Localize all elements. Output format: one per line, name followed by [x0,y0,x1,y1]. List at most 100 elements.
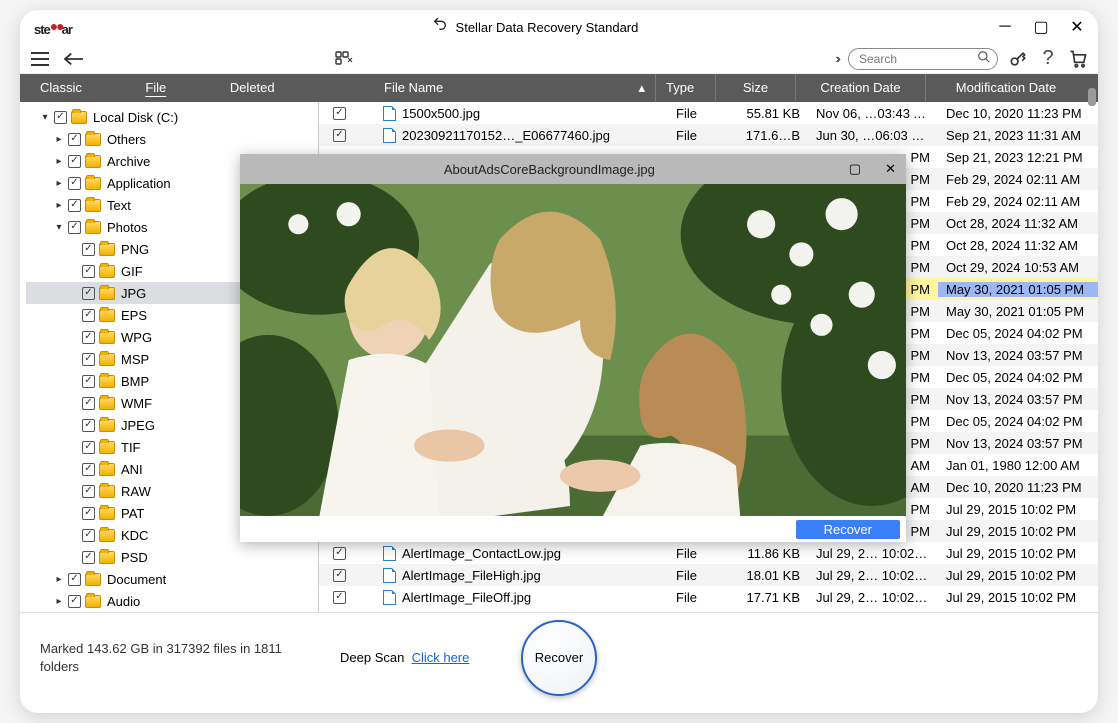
cell-mdate: Jul 29, 2015 10:02 PM [938,546,1098,561]
deepscan-link[interactable]: Click here [412,650,470,665]
checkbox[interactable]: ✓ [82,507,95,520]
caret-icon[interactable]: ▸ [54,156,64,167]
expand-icon[interactable]: ›› [835,51,838,66]
row-checkbox[interactable]: ✓ [333,129,346,142]
checkbox[interactable]: ✓ [82,375,95,388]
checkbox[interactable]: ✓ [82,419,95,432]
table-row[interactable]: ✓ AlertImage_FileOff.jpg File 17.71 KB J… [319,586,1098,608]
checkbox[interactable]: ✓ [82,441,95,454]
checkbox[interactable]: ✓ [68,155,81,168]
checkbox[interactable]: ✓ [82,243,95,256]
help-icon[interactable]: ? [1038,49,1058,69]
sort-asc-icon: ▴ [638,74,645,102]
folder-icon [99,375,115,388]
cell-size: 171.6…B [728,128,808,143]
caret-icon[interactable]: ▸ [54,200,64,211]
menu-icon[interactable] [30,49,50,69]
cell-mdate: Nov 13, 2024 03:57 PM [938,436,1098,451]
cell-mdate: Jul 29, 2015 10:02 PM [938,568,1098,583]
maximize-button[interactable]: ▢ [1034,20,1048,34]
checkbox[interactable]: ✓ [68,199,81,212]
checkbox[interactable]: ✓ [82,353,95,366]
checkbox[interactable]: ✓ [82,485,95,498]
caret-icon[interactable]: ▸ [54,178,64,189]
table-row[interactable]: ✓ 20230921170152…_E06677460.jpg File 171… [319,124,1098,146]
checkbox[interactable]: ✓ [82,397,95,410]
checkbox[interactable]: ✓ [82,463,95,476]
checkbox[interactable]: ✓ [68,177,81,190]
caret-icon[interactable]: ▸ [54,574,64,585]
status-text: Marked 143.62 GB in 317392 files in 1811… [40,640,320,675]
tree-label: ANI [121,462,143,477]
col-filename[interactable]: File Name▴ [374,74,656,102]
table-row[interactable]: ✓ 1500x500.jpg File 55.81 KB Nov 06, …03… [319,102,1098,124]
cell-mdate: Nov 13, 2024 03:57 PM [938,348,1098,363]
preview-recover-button[interactable]: Recover [796,520,900,539]
checkbox[interactable]: ✓ [68,573,81,586]
filename: AlertImage_FileOff.jpg [402,590,531,605]
search-box[interactable] [848,48,998,70]
row-checkbox[interactable]: ✓ [333,591,346,604]
checkbox[interactable]: ✓ [82,309,95,322]
checkbox[interactable]: ✓ [82,331,95,344]
preview-window: AboutAdsCoreBackgroundImage.jpg ▢ ✕ [240,154,906,542]
minimize-button[interactable]: ─ [998,20,1012,34]
caret-icon[interactable]: ▸ [54,596,64,607]
col-size[interactable]: Size [716,74,796,102]
column-headers: File Name▴ Type Size Creation Date Modif… [318,74,1098,102]
row-checkbox[interactable]: ✓ [333,107,346,120]
filename: AlertImage_FileHigh.jpg [402,568,541,583]
tree-node[interactable]: ▸ ✓ Audio [26,590,318,612]
cell-type: File [668,128,728,143]
caret-icon[interactable]: ▾ [40,112,50,123]
col-type[interactable]: Type [656,74,716,102]
caret-icon[interactable]: ▸ [54,134,64,145]
checkbox[interactable]: ✓ [82,551,95,564]
checkbox[interactable]: ✓ [68,133,81,146]
cell-mdate: Dec 10, 2020 11:23 PM [938,106,1098,121]
search-input[interactable] [859,52,959,66]
grid-view-icon[interactable] [334,49,354,69]
checkbox[interactable]: ✓ [82,529,95,542]
tree-label: PSD [121,550,148,565]
checkbox[interactable]: ✓ [68,221,81,234]
table-row[interactable]: ✓ AlertImage_ContactLow.jpg File 11.86 K… [319,542,1098,564]
table-row[interactable]: ✓ AlertImage_FileHigh.jpg File 18.01 KB … [319,564,1098,586]
col-creation-date[interactable]: Creation Date [796,74,926,102]
cell-mdate: May 30, 2021 01:05 PM [938,282,1098,297]
tab-file-list[interactable]: File List [125,74,210,102]
tab-deleted-list[interactable]: Deleted List [210,74,318,102]
cell-mdate: Sep 21, 2023 12:21 PM [938,150,1098,165]
tree-node[interactable]: ✓ PSD [26,546,318,568]
cell-mdate: Feb 29, 2024 02:11 AM [938,194,1098,209]
tab-classic-list[interactable]: Classic List [20,74,125,102]
deepscan-label: Deep Scan [340,650,404,665]
tree-node[interactable]: ▸ ✓ Others [26,128,318,150]
tree-node[interactable]: ▸ ✓ Document [26,568,318,590]
caret-icon[interactable]: ▾ [54,222,64,233]
checkbox[interactable]: ✓ [82,265,95,278]
folder-icon [99,507,115,520]
cell-mdate: Oct 28, 2024 11:32 AM [938,216,1098,231]
preview-titlebar[interactable]: AboutAdsCoreBackgroundImage.jpg ▢ ✕ [240,154,906,184]
close-button[interactable]: ✕ [1070,20,1084,34]
tree-node[interactable]: ▾ ✓ Local Disk (C:) [26,106,318,128]
undo-icon[interactable] [432,18,448,37]
search-icon[interactable] [977,50,991,67]
cell-mdate: Nov 13, 2024 03:57 PM [938,392,1098,407]
preview-maximize-button[interactable]: ▢ [849,161,861,177]
key-icon[interactable] [1008,49,1028,69]
col-modification-date[interactable]: Modification Date [926,74,1086,102]
cart-icon[interactable] [1068,49,1088,69]
checkbox[interactable]: ✓ [82,287,95,300]
row-checkbox[interactable]: ✓ [333,569,346,582]
tree-label: Archive [107,154,150,169]
checkbox[interactable]: ✓ [68,595,81,608]
tree-label: TIF [121,440,141,455]
preview-close-button[interactable]: ✕ [885,161,896,177]
tree-label: Audio [107,594,140,609]
row-checkbox[interactable]: ✓ [333,547,346,560]
recover-button[interactable]: Recover [521,620,597,696]
back-button[interactable] [64,49,84,69]
checkbox[interactable]: ✓ [54,111,67,124]
